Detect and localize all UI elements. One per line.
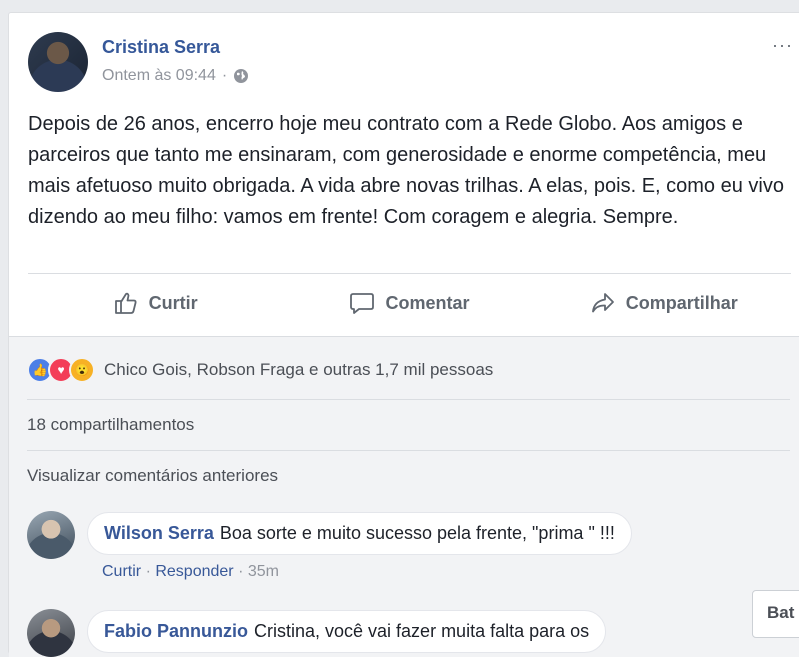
like-button[interactable]: Curtir	[28, 290, 282, 316]
comment-button[interactable]: Comentar	[282, 290, 536, 316]
more-options-icon[interactable]: ···	[772, 35, 793, 56]
comment-time[interactable]: 35m	[248, 563, 279, 580]
comment-bubble-icon	[350, 293, 375, 314]
separator: ·	[145, 563, 151, 580]
globe-icon[interactable]	[233, 68, 249, 84]
divider	[28, 273, 791, 274]
divider	[27, 399, 790, 400]
chat-tab[interactable]: Bat	[752, 590, 799, 638]
comment-bubble: Wilson Serra Boa sorte e muito sucesso pe…	[87, 512, 632, 555]
view-previous-comments-link[interactable]: Visualizar comentários anteriores	[27, 466, 278, 486]
share-label: Compartilhar	[625, 292, 738, 313]
reactions-row[interactable]: 👍 ♥ 😮 Chico Gois, Robson Fraga e outras …	[27, 357, 493, 383]
comments-section: 👍 ♥ 😮 Chico Gois, Robson Fraga e outras …	[9, 336, 799, 657]
comment-actions: Curtir · Responder · 35m	[102, 563, 279, 581]
author-avatar[interactable]	[28, 32, 88, 92]
comment-bubble: Fabio Pannunzio Cristina, você vai fazer …	[87, 610, 607, 653]
divider	[27, 450, 790, 451]
post-card: Cristina Serra Ontem às 09:44 · ··· Depo…	[8, 12, 799, 657]
comment-text: Boa sorte e muito sucesso pela frente, "…	[219, 523, 615, 543]
commenter-avatar[interactable]	[27, 609, 75, 657]
post-meta: Ontem às 09:44 ·	[102, 67, 249, 85]
post-actions: Curtir Comentar Compartilhar	[28, 278, 791, 328]
meta-separator: ·	[221, 67, 228, 84]
comment-like-link[interactable]: Curtir	[102, 563, 141, 580]
commenter-name[interactable]: Fabio Pannunzio	[104, 621, 248, 641]
shares-count[interactable]: 18 compartilhamentos	[27, 415, 194, 435]
separator: ·	[238, 563, 244, 580]
share-button[interactable]: Compartilhar	[537, 290, 791, 316]
author-name[interactable]: Cristina Serra	[102, 37, 220, 58]
comment-text: Cristina, você vai fazer muita falta par…	[254, 621, 590, 641]
commenter-name[interactable]: Wilson Serra	[104, 523, 214, 543]
post-text: Depois de 26 anos, encerro hoje meu cont…	[28, 113, 784, 228]
commenter-avatar[interactable]	[27, 511, 75, 559]
wow-reaction-icon: 😮	[69, 357, 95, 383]
like-label: Curtir	[148, 292, 198, 313]
thumbs-up-icon	[114, 292, 137, 314]
post-timestamp[interactable]: Ontem às 09:44	[102, 67, 216, 85]
share-arrow-icon	[591, 293, 614, 313]
reactions-summary[interactable]: Chico Gois, Robson Fraga e outras 1,7 mi…	[104, 360, 493, 380]
comment-reply-link[interactable]: Responder	[155, 563, 233, 580]
comment-label: Comentar	[385, 292, 470, 313]
reaction-icons: 👍 ♥ 😮	[27, 357, 95, 383]
